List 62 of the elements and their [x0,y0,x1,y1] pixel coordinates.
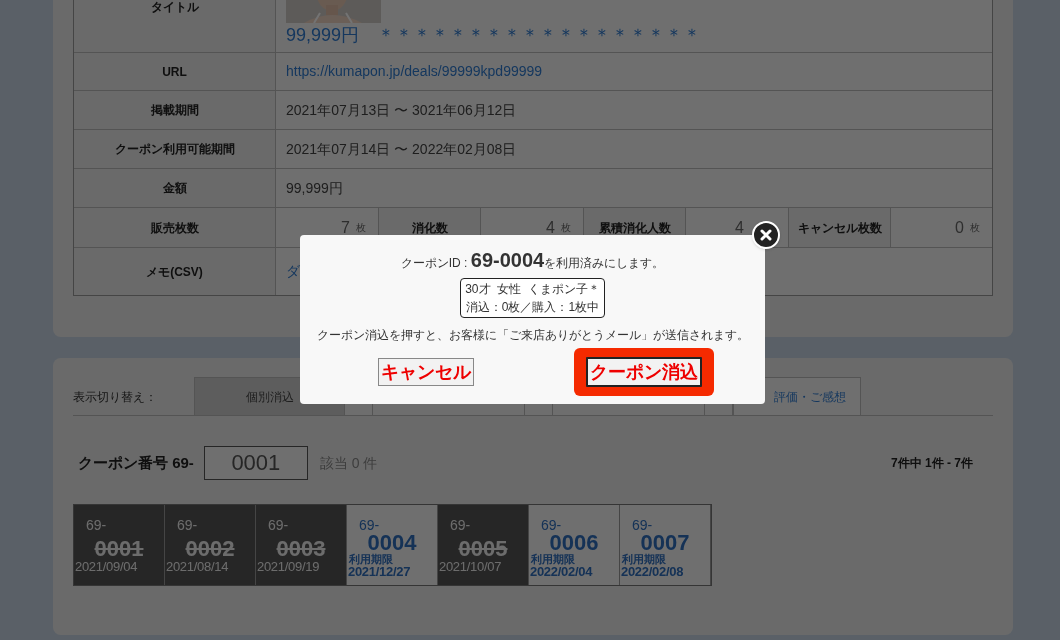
expiry-label: 利用期限 [348,553,394,565]
coupon-number: 0007 [640,533,690,553]
coupon-prefix: 69- [358,517,381,533]
table-header-cell: メモ(CSV) [74,248,276,295]
count-value: 4 [546,217,555,238]
count-value: 7 [341,217,350,238]
customer-info: 30才 女性 くまポン子＊ [465,281,600,298]
coupon-number-label: クーポン番号 69- [78,452,194,473]
dialog-button[interactable]: クーポン消込 [586,357,702,387]
table-header-cell: 掲載期間 [74,91,276,129]
coupon-number: 0001 [94,539,144,559]
used-coupon-tile[interactable]: 69- 0005 2021/10/07 [438,505,529,585]
customer-info: 消込：0枚／購入：1枚中 [465,299,600,316]
coupon-date: 2021/09/19 [256,560,321,574]
coupon-prefix: 69- [176,517,199,533]
coupon-number: 0006 [549,533,599,553]
coupon-tile[interactable]: 69- 0006 利用期限 2022/02/04 [529,505,620,585]
coupon-date: 2021/12/27 [347,565,412,579]
coupon-prefix: 69- [631,517,654,533]
unit-label: 枚 [970,221,980,235]
unit-label: 枚 [356,221,366,235]
table-header-cell: 販売枚数 [74,208,276,247]
expiry-label: 利用期限 [530,553,576,565]
coupon-date: 2022/02/04 [529,565,594,579]
coupon-tile[interactable]: 69- 0004 利用期限 2021/12/27 [347,505,438,585]
coupon-prefix: 69- [85,517,108,533]
coupon-prefix: 69- [449,517,472,533]
used-coupon-tile[interactable]: 69- 0001 2021/09/04 [74,505,165,585]
coupon-number-field[interactable]: 0001 [203,446,308,480]
dialog-button[interactable]: キャンセル [378,358,474,386]
coupon-number: 0005 [458,539,508,559]
coupon-date: 2022/02/08 [620,565,685,579]
table-cell-text: 2021年07月14日 〜 2022年02月08日 [286,139,517,159]
dialog-message: クーポンID : 69-0004を利用済みにします。 [400,248,665,273]
coupon-prefix: 69- [267,517,290,533]
result-range: 7件中 1件 - 7件 [890,455,973,472]
used-coupon-tile[interactable]: 69- 0002 2021/08/14 [165,505,256,585]
dialog-notice: クーポン消込を押すと、お客様に「ご来店ありがとうメール」が送信されます。 [316,327,749,344]
used-coupon-tile[interactable]: 69- 0003 2021/09/19 [256,505,347,585]
coupon-date: 2021/08/14 [165,560,230,574]
count-value: 4 [735,217,744,238]
coupon-tile[interactable]: 69- 0007 利用期限 2022/02/08 [620,505,711,585]
unit-label: 枚 [561,221,571,235]
table-header-cell: キャンセル枚数 [789,208,891,247]
table-header-cell: タイトル [74,0,276,52]
download-link[interactable]: ダ [286,261,300,282]
expiry-label: 利用期限 [621,553,667,565]
coupon-date: 2021/09/04 [74,560,139,574]
table-header-cell: URL [74,53,276,90]
table-cell-text: 2021年07月13日 〜 3021年06月12日 [286,100,517,120]
coupon-number: 0003 [276,539,326,559]
table-header-cell: クーポン利用可能期間 [74,130,276,168]
coupon-prefix: 69- [540,517,563,533]
count-value: 0 [955,217,964,238]
coupon-date: 2021/10/07 [438,560,503,574]
table-header-cell: 金額 [74,169,276,207]
table-cell-text: 99,999円 [286,178,343,198]
title-link[interactable]: 99,999円 ＊＊＊＊＊＊＊＊＊＊＊＊＊＊＊＊＊＊ [286,23,992,47]
view-switch-label: 表示切り替え： [73,388,158,406]
coupon-number: 0004 [367,533,417,553]
coupon-number: 0002 [185,539,235,559]
url-link[interactable]: https://kumapon.jp/deals/99999kpd99999 [286,61,543,82]
